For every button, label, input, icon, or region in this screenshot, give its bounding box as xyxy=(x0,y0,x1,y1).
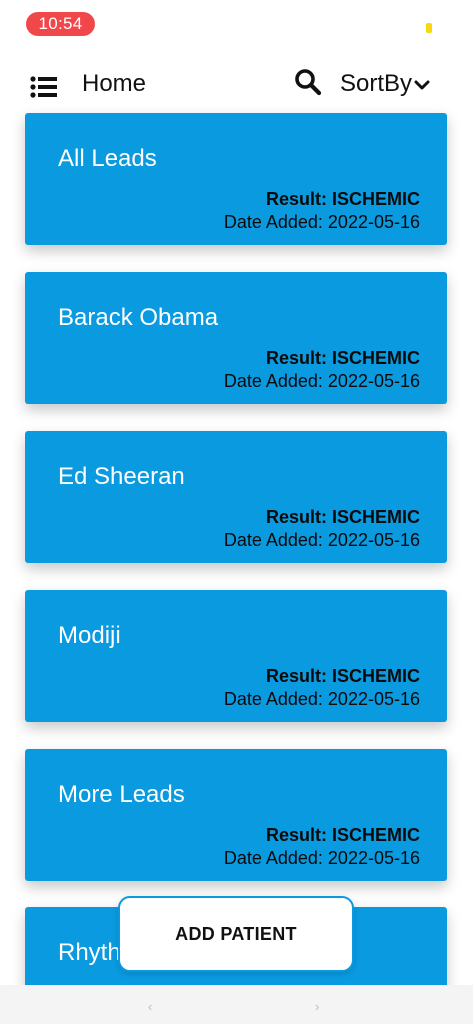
sort-by-dropdown[interactable]: SortBy xyxy=(340,70,430,98)
patient-name: Barack Obama xyxy=(58,304,219,331)
sort-by-label: SortBy xyxy=(340,70,413,97)
browser-nav-bar: ‹ › xyxy=(0,985,473,1024)
patient-date-added: Date Added: 2022-05-16 xyxy=(223,689,420,709)
patient-date-added: Date Added: 2022-05-16 xyxy=(223,530,420,550)
patient-result: Result: ISCHEMIC xyxy=(265,825,420,845)
patient-date-added: Date Added: 2022-05-16 xyxy=(223,848,420,868)
patient-name: Ed Sheeran xyxy=(58,463,185,490)
patient-name: Modiji xyxy=(58,622,121,649)
patient-name: All Leads xyxy=(58,145,157,172)
status-indicator xyxy=(426,23,432,33)
patient-result: Result: ISCHEMIC xyxy=(265,507,420,527)
patient-card[interactable]: Ed Sheeran Result: ISCHEMIC Date Added: … xyxy=(25,431,447,563)
patient-card[interactable]: Barack Obama Result: ISCHEMIC Date Added… xyxy=(25,272,447,404)
list-icon[interactable] xyxy=(30,76,57,98)
patient-name: More Leads xyxy=(58,781,185,808)
patient-card[interactable]: All Leads Result: ISCHEMIC Date Added: 2… xyxy=(25,113,447,245)
patient-date-added: Date Added: 2022-05-16 xyxy=(223,212,420,232)
patient-result: Result: ISCHEMIC xyxy=(265,666,420,686)
patient-date-added: Date Added: 2022-05-16 xyxy=(223,371,420,391)
patient-card[interactable]: Modiji Result: ISCHEMIC Date Added: 2022… xyxy=(25,590,447,722)
search-icon[interactable] xyxy=(294,68,322,96)
app-header: Home SortBy xyxy=(0,60,473,108)
forward-arrow-icon[interactable]: › xyxy=(315,999,319,1014)
patient-result: Result: ISCHEMIC xyxy=(265,189,420,209)
patient-result: Result: ISCHEMIC xyxy=(265,348,420,368)
back-arrow-icon[interactable]: ‹ xyxy=(148,999,152,1014)
add-patient-button[interactable]: ADD PATIENT xyxy=(118,896,354,972)
page-title: Home xyxy=(82,70,147,97)
chevron-down-icon xyxy=(414,80,430,90)
patient-card[interactable]: More Leads Result: ISCHEMIC Date Added: … xyxy=(25,749,447,881)
status-time: 10:54 xyxy=(26,12,95,36)
